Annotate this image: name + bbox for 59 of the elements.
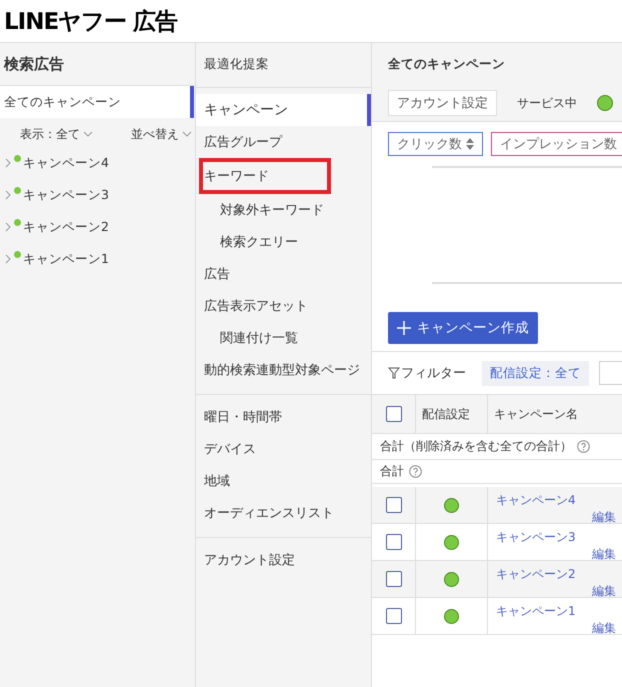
row-checkbox[interactable] (386, 608, 402, 624)
filter-icon (388, 367, 400, 379)
sidebar-title: 検索広告 (4, 54, 64, 74)
nav-item[interactable]: 検索クエリー (196, 226, 371, 258)
nav-item[interactable]: 最適化提案 (204, 56, 269, 71)
expand-chevron-icon[interactable] (5, 158, 12, 168)
create-campaign-button[interactable]: キャンペーン作成 (388, 312, 538, 344)
nav-item[interactable]: アカウント設定 (196, 544, 371, 576)
nav-item[interactable]: デバイス (196, 433, 371, 465)
nav-item[interactable]: 広告表示アセット (196, 290, 371, 322)
campaign-name-link[interactable]: キャンペーン1 (496, 603, 576, 620)
nav-item[interactable]: 広告グループ (196, 126, 371, 158)
chevron-down-icon (182, 131, 192, 138)
edit-link[interactable]: 編集 (592, 583, 616, 600)
nav-item[interactable]: キャンペーン (196, 94, 371, 126)
nav-item[interactable]: 動的検索連動型対象ページ (196, 354, 371, 386)
nav-item[interactable]: 広告 (196, 258, 371, 290)
edit-link[interactable]: 編集 (592, 509, 616, 526)
page-title: 全てのキャンペーン (388, 56, 505, 71)
filter-button[interactable]: フィルター (388, 364, 466, 382)
row-checkbox[interactable] (386, 534, 402, 550)
row-checkbox[interactable] (386, 497, 402, 513)
all-campaigns-item[interactable]: 全てのキャンペーン (0, 86, 194, 118)
campaign-tree-item[interactable]: キャンペーン3 (23, 186, 109, 204)
row-checkbox[interactable] (386, 571, 402, 587)
plus-icon (397, 321, 411, 335)
campaign-name-link[interactable]: キャンペーン3 (496, 529, 576, 546)
nav-item[interactable]: 地域 (196, 465, 371, 497)
metric-selector[interactable]: インプレッション数 (491, 132, 622, 156)
help-icon[interactable] (577, 440, 590, 453)
expand-chevron-icon[interactable] (5, 222, 12, 232)
campaign-name-link[interactable]: キャンペーン4 (496, 492, 576, 509)
campaign-name-link[interactable]: キャンペーン2 (496, 566, 576, 583)
total-label: 合計（削除済みを含む全ての合計） (380, 438, 572, 455)
campaign-tree-item[interactable]: キャンペーン4 (23, 154, 109, 172)
filter-chip[interactable]: 配信設定：全て (482, 360, 589, 386)
column-header: キャンペーン名 (493, 406, 578, 422)
edit-link[interactable]: 編集 (592, 620, 616, 637)
select-all-checkbox[interactable] (386, 406, 402, 422)
expand-chevron-icon[interactable] (5, 190, 12, 200)
logo: LINEヤフー 広告 (4, 8, 178, 36)
total-label: 合計 (380, 463, 404, 480)
dropdown-button[interactable]: 表示：全て (20, 126, 93, 143)
chevron-down-icon (83, 131, 93, 138)
nav-item[interactable]: オーディエンスリスト (196, 497, 371, 529)
expand-chevron-icon[interactable] (5, 254, 12, 264)
nav-item[interactable]: 関連付け一覧 (196, 322, 371, 354)
help-icon[interactable] (409, 465, 422, 478)
service-status: サービス中 (517, 94, 577, 112)
metric-selector[interactable]: クリック数 (388, 132, 483, 156)
account-settings-button[interactable]: アカウント設定 (388, 90, 497, 116)
nav-item[interactable]: 対象外キーワード (196, 194, 371, 226)
column-header: 配信設定 (421, 406, 470, 422)
edit-link[interactable]: 編集 (592, 546, 616, 563)
nav-item[interactable]: キーワード (199, 158, 331, 194)
dropdown-button[interactable]: 並べ替え (131, 126, 192, 143)
campaign-tree-item[interactable]: キャンペーン1 (23, 250, 109, 268)
nav-item[interactable]: 曜日・時間帯 (196, 401, 371, 433)
campaign-tree-item[interactable]: キャンペーン2 (23, 218, 109, 236)
